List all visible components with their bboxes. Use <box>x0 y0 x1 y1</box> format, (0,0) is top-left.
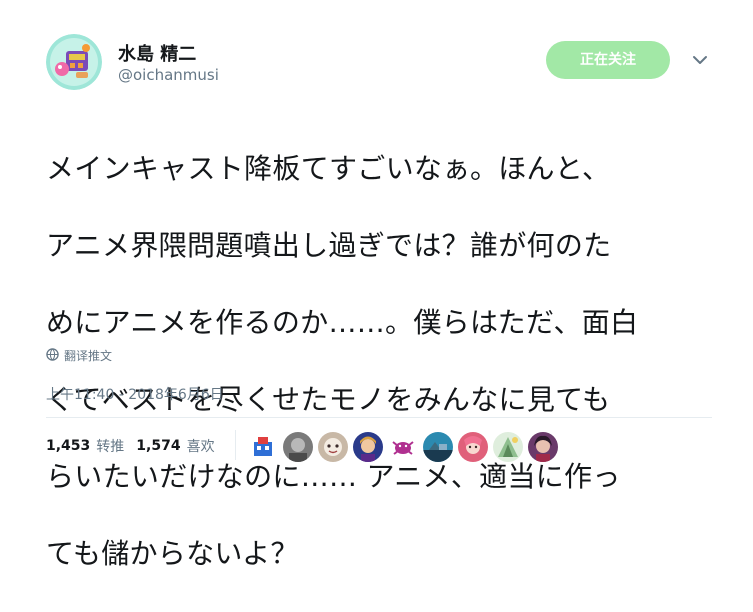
likes-label: 喜欢 <box>186 439 215 455</box>
retweets-label: 转推 <box>96 439 125 455</box>
liker-avatar-4[interactable] <box>353 432 383 462</box>
translate-tweet-link[interactable]: 翻译推文 <box>46 346 112 364</box>
liker-avatar-8[interactable] <box>493 432 523 462</box>
liker-avatar-3[interactable] <box>318 432 348 462</box>
tweet-text-line: メインキャスト降板てすごいなぁ。ほんと、 <box>46 151 611 185</box>
toy-robot-avatar-icon[interactable] <box>46 34 102 90</box>
liker-avatar-1[interactable] <box>248 432 278 462</box>
divider <box>46 417 712 418</box>
retweets-stat[interactable]: 1,453 转推 <box>46 436 124 456</box>
globe-icon <box>46 346 59 365</box>
tweet-text: メインキャスト降板てすごいなぁ。ほんと、 アニメ界隈問題噴出し過ぎでは？誰が何の… <box>46 111 726 612</box>
likes-stat[interactable]: 1,574 喜欢 <box>136 436 214 456</box>
liker-avatar-6[interactable] <box>423 432 453 462</box>
author-handle[interactable]: @oichanmusi <box>118 66 219 84</box>
stats-divider <box>235 430 236 460</box>
retweets-count: 1,453 <box>46 438 91 454</box>
liker-avatar-9[interactable] <box>528 432 558 462</box>
translate-label: 翻译推文 <box>64 348 113 363</box>
tweet-text-line: ても儲からないよ？ <box>46 536 299 570</box>
liker-avatar-7[interactable] <box>458 432 488 462</box>
liker-avatar-5[interactable] <box>388 432 418 462</box>
chevron-down-icon[interactable] <box>690 50 710 70</box>
tweet-stats: 1,453 转推 1,574 喜欢 <box>46 435 215 457</box>
tweet-text-line: らいたいだけなのに…… アニメ、適当に作っ <box>46 459 621 493</box>
tweet-timestamp[interactable]: 上午11:40 - 2018年6月6日 <box>46 384 224 404</box>
likes-count: 1,574 <box>136 438 181 454</box>
tweet-text-line: アニメ界隈問題噴出し過ぎでは？誰が何のた <box>46 228 612 262</box>
tweet-text-line: めにアニメを作るのか……。僕らはただ、面白 <box>46 305 639 339</box>
following-button[interactable]: 正在关注 <box>546 41 670 79</box>
likers-avatar-list <box>248 432 563 462</box>
liker-avatar-2[interactable] <box>283 432 313 462</box>
tweet-card: 水島 精二 @oichanmusi 正在关注 メインキャスト降板てすごいなぁ。ほ… <box>0 0 753 570</box>
author-display-name[interactable]: 水島 精二 <box>118 40 196 66</box>
